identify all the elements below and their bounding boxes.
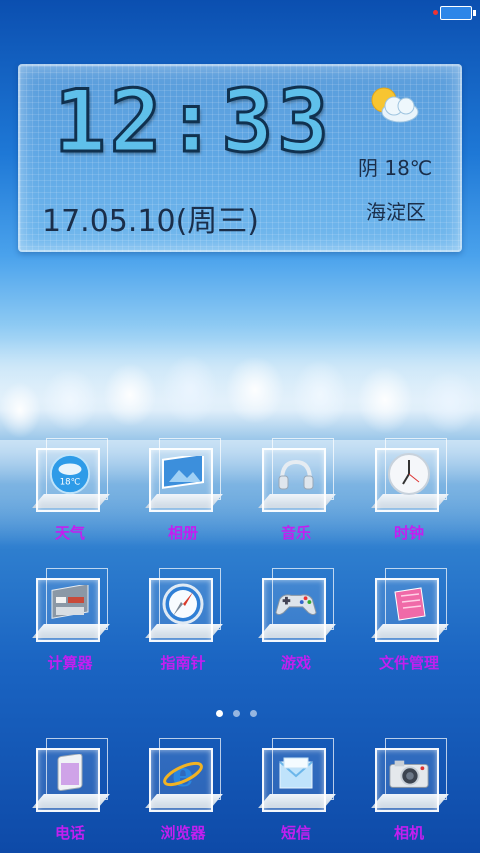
- app-label: 时钟: [393, 524, 424, 542]
- app-label: 游戏: [280, 654, 311, 672]
- clock-weather-widget[interactable]: 12:33 17.05.10(周三) 阴 18℃ 海淀区: [18, 64, 462, 252]
- app-label: 浏览器: [160, 824, 206, 842]
- weather-icon: 18℃: [48, 453, 92, 495]
- cube-frame: 18℃: [32, 438, 110, 512]
- date-text: 17.05.10(周三): [42, 204, 260, 239]
- partly-cloudy-icon: [371, 87, 419, 123]
- page-dot: [250, 710, 257, 717]
- app-label: 电话: [54, 824, 85, 842]
- app-calculator[interactable]: 计算器: [20, 568, 120, 678]
- location-text: 海淀区: [366, 200, 426, 224]
- app-label: 文件管理: [378, 654, 439, 672]
- gallery-icon: [161, 454, 205, 494]
- page-dot: [233, 710, 240, 717]
- app-label: 相册: [167, 524, 198, 542]
- svg-text:e: e: [172, 755, 194, 795]
- phone-icon: [48, 754, 92, 794]
- page-dot-active: [216, 710, 223, 717]
- app-browser[interactable]: e 浏览器: [133, 738, 233, 848]
- weather-temp-badge: 18℃: [60, 478, 81, 488]
- page-indicator: [216, 702, 267, 721]
- app-label: 天气: [54, 524, 85, 542]
- app-weather[interactable]: 18℃ 天气: [20, 438, 120, 548]
- app-messages[interactable]: 短信: [246, 738, 346, 848]
- app-label: 相机: [393, 824, 424, 842]
- app-file-manager[interactable]: 文件管理: [359, 568, 459, 678]
- compass-icon: [161, 583, 205, 625]
- gamepad-icon: [274, 584, 318, 624]
- app-label: 指南针: [160, 654, 206, 672]
- weather-description: 阴 18℃: [358, 156, 433, 180]
- snowy-trees-background: [0, 340, 480, 440]
- folder-icon: [387, 584, 431, 624]
- calculator-icon: [48, 584, 92, 624]
- app-label: 音乐: [280, 524, 311, 542]
- app-clock[interactable]: 时钟: [359, 438, 459, 548]
- app-compass[interactable]: 指南针: [133, 568, 233, 678]
- app-camera[interactable]: 相机: [359, 738, 459, 848]
- camera-icon: [387, 754, 431, 794]
- app-phone[interactable]: 电话: [20, 738, 120, 848]
- app-games[interactable]: 游戏: [246, 568, 346, 678]
- message-icon: [274, 754, 318, 794]
- battery-icon: [440, 6, 476, 20]
- app-music[interactable]: 音乐: [246, 438, 346, 548]
- headphones-icon: [274, 454, 318, 494]
- app-label: 短信: [280, 824, 311, 842]
- app-gallery[interactable]: 相册: [133, 438, 233, 548]
- app-label: 计算器: [47, 654, 93, 672]
- status-bar: [0, 0, 480, 28]
- browser-icon: e: [161, 754, 205, 795]
- clock-time: 12:33: [53, 71, 333, 174]
- notification-dot-icon: [433, 10, 438, 15]
- clock-icon: [387, 453, 431, 495]
